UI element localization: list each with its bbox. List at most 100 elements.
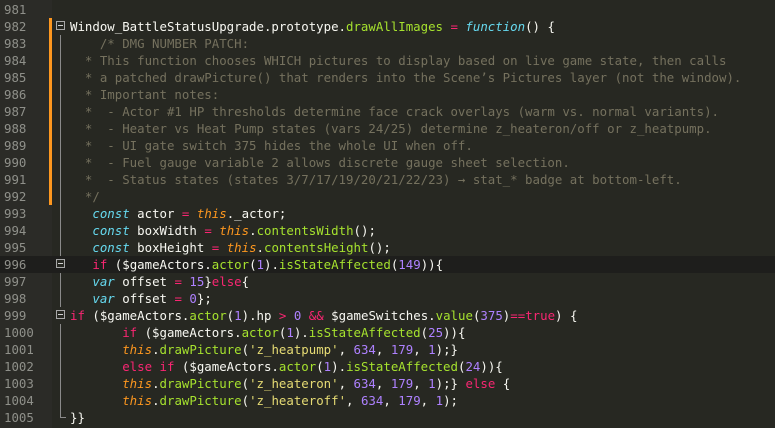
code-line[interactable]: 999 if ($gameActors.actor(1).hp > 0 && $g…: [0, 307, 775, 324]
line-number: 981: [4, 2, 27, 17]
fold-guide-line: [60, 273, 61, 290]
fold-toggle-icon[interactable]: [56, 21, 65, 30]
code-text: if ($gameActors.actor(1).isStateAffected…: [92, 257, 444, 272]
code-line[interactable]: 993 const actor = this._actor;: [0, 205, 775, 222]
modified-line-marker: [49, 171, 52, 188]
code-line[interactable]: 1001 this.drawPicture('z_heatpump', 634,…: [0, 341, 775, 358]
code-line[interactable]: 1003 this.drawPicture('z_heateron', 634,…: [0, 375, 775, 392]
code-line[interactable]: 1005}}: [0, 409, 775, 426]
code-line[interactable]: 997 var offset = 15}else{: [0, 273, 775, 290]
fold-guide-line: [60, 69, 61, 86]
code-line[interactable]: 989 * - UI gate switch 375 hides the who…: [0, 137, 775, 154]
line-number: 1002: [4, 359, 34, 374]
fold-guide-line: [60, 392, 61, 409]
fold-guide-line: [60, 120, 61, 137]
code-line[interactable]: 984 * This function chooses WHICH pictur…: [0, 52, 775, 69]
fold-end-marker: [60, 417, 66, 418]
code-line[interactable]: 1004 this.drawPicture('z_heateroff', 634…: [0, 392, 775, 409]
line-number: 998: [4, 291, 27, 306]
line-number: 986: [4, 87, 27, 102]
fold-guide-line: [60, 290, 61, 307]
modified-line-marker: [49, 18, 52, 35]
code-line[interactable]: 986 * Important notes:: [0, 86, 775, 103]
fold-guide-line: [60, 358, 61, 375]
line-number: 1001: [4, 342, 34, 357]
fold-toggle-icon[interactable]: [56, 310, 65, 319]
code-text: const actor = this._actor;: [92, 206, 287, 221]
code-line[interactable]: 987 * - Actor #1 HP thresholds determine…: [0, 103, 775, 120]
code-text: * This function chooses WHICH pictures t…: [70, 53, 727, 68]
code-text: }}: [70, 410, 85, 425]
fold-guide-line: [60, 222, 61, 239]
code-line[interactable]: 990 * - Fuel gauge variable 2 allows dis…: [0, 154, 775, 171]
code-text: const boxWidth = this.contentsWidth();: [92, 223, 376, 238]
code-text: * - Heater vs Heat Pump states (vars 24/…: [70, 121, 712, 136]
line-number: 989: [4, 138, 27, 153]
modified-line-marker: [49, 86, 52, 103]
code-text: * - Fuel gauge variable 2 allows discret…: [70, 155, 570, 170]
code-text: if ($gameActors.actor(1).hp > 0 && $game…: [70, 308, 578, 323]
code-line[interactable]: 1000 if ($gameActors.actor(1).isStateAff…: [0, 324, 775, 341]
modified-line-marker: [49, 52, 52, 69]
code-text: * - Actor #1 HP thresholds determine fac…: [70, 104, 720, 119]
code-text: if ($gameActors.actor(1).isStateAffected…: [122, 325, 466, 340]
line-number: 1005: [4, 410, 34, 425]
code-text: this.drawPicture('z_heateroff', 634, 179…: [122, 393, 458, 408]
modified-line-marker: [49, 154, 52, 171]
line-number: 994: [4, 223, 27, 238]
line-number: 1000: [4, 325, 34, 340]
code-text: this.drawPicture('z_heatpump', 634, 179,…: [122, 342, 458, 357]
fold-guide-line: [60, 154, 61, 171]
code-text: var offset = 15}else{: [92, 274, 250, 289]
code-line[interactable]: 988 * - Heater vs Heat Pump states (vars…: [0, 120, 775, 137]
line-number: 993: [4, 206, 27, 221]
code-text: /* DMG NUMBER PATCH:: [70, 36, 250, 51]
line-number: 991: [4, 172, 27, 187]
code-line[interactable]: 994 const boxWidth = this.contentsWidth(…: [0, 222, 775, 239]
fold-guide-line: [60, 52, 61, 69]
fold-guide-line: [60, 103, 61, 120]
fold-guide-line: [60, 375, 61, 392]
code-line[interactable]: 1002 else if ($gameActors.actor(1).isSta…: [0, 358, 775, 375]
fold-guide-line: [60, 188, 61, 205]
fold-guide-line: [60, 239, 61, 256]
code-line[interactable]: 982 Window_BattleStatusUpgrade.prototype.…: [0, 18, 775, 35]
modified-line-marker: [49, 137, 52, 154]
code-text: * - UI gate switch 375 hides the whole U…: [70, 138, 473, 153]
code-line[interactable]: 985 * a patched drawPicture() that rende…: [0, 69, 775, 86]
line-number: 990: [4, 155, 27, 170]
line-number: 984: [4, 53, 27, 68]
code-line[interactable]: 992 */: [0, 188, 775, 205]
line-number: 996: [4, 257, 27, 272]
code-text: var offset = 0};: [92, 291, 212, 306]
code-text: else if ($gameActors.actor(1).isStateAff…: [122, 359, 503, 374]
code-line[interactable]: 998 var offset = 0};: [0, 290, 775, 307]
code-text: this.drawPicture('z_heateron', 634, 179,…: [122, 376, 511, 391]
fold-toggle-icon[interactable]: [56, 259, 65, 268]
code-text: * - Status states (states 3/7/17/19/20/2…: [70, 172, 682, 187]
line-number: 992: [4, 189, 27, 204]
code-line[interactable]: 981: [0, 1, 775, 18]
code-line[interactable]: 991 * - Status states (states 3/7/17/19/…: [0, 171, 775, 188]
line-number: 988: [4, 121, 27, 136]
fold-guide-line: [60, 137, 61, 154]
fold-guide-line: [60, 324, 61, 341]
modified-line-marker: [49, 188, 52, 205]
fold-guide-line: [60, 86, 61, 103]
code-line[interactable]: 983 /* DMG NUMBER PATCH:: [0, 35, 775, 52]
modified-line-marker: [49, 103, 52, 120]
line-number: 999: [4, 308, 27, 323]
code-line[interactable]: 995 const boxHeight = this.contentsHeigh…: [0, 239, 775, 256]
fold-guide-line: [60, 35, 61, 52]
line-number: 987: [4, 104, 27, 119]
modified-line-marker: [49, 120, 52, 137]
code-editor[interactable]: 981 982 Window_BattleStatusUpgrade.prototy…: [0, 0, 775, 428]
fold-guide-line: [60, 205, 61, 222]
code-text: * a patched drawPicture() that renders i…: [70, 70, 742, 85]
code-text: */: [70, 189, 100, 204]
modified-line-marker: [49, 69, 52, 86]
modified-line-marker: [49, 35, 52, 52]
line-number: 1003: [4, 376, 34, 391]
line-number: 985: [4, 70, 27, 85]
code-line[interactable]: 996 if ($gameActors.actor(1).isStateAffe…: [0, 256, 775, 273]
